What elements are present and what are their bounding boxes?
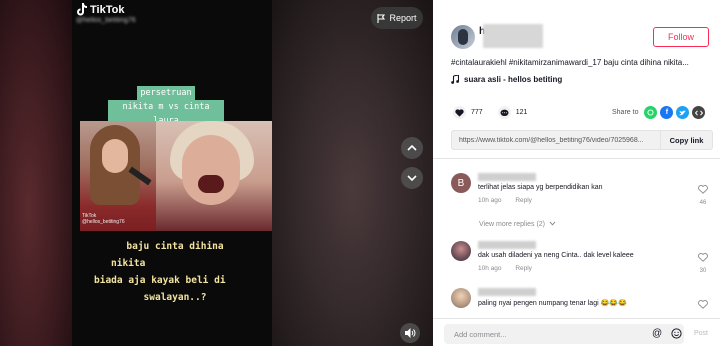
caption-bottom-line-3: biada aja kayak beli di bbox=[94, 275, 226, 286]
details-panel: h Follow #cintalaurakiehl #nikitamirzani… bbox=[433, 0, 720, 346]
facebook-icon[interactable]: f bbox=[660, 106, 674, 119]
whatsapp-icon[interactable] bbox=[644, 106, 658, 119]
comment-username-redaction bbox=[478, 288, 536, 296]
comment-like-count: 46 bbox=[699, 200, 707, 206]
music-link[interactable]: suara asli - hellos betiting bbox=[451, 75, 562, 84]
video-blur-background-left bbox=[0, 0, 72, 346]
comment-text: terlihat jelas siapa yg berpendidikan ka… bbox=[478, 184, 603, 191]
clip-watermark: TikTok @hellos_betiting76 bbox=[82, 213, 125, 225]
video-caption-bottom: baju cinta dihina nikita biada aja kayak… bbox=[78, 238, 272, 306]
comment-username-redaction bbox=[478, 173, 536, 181]
comment-avatar[interactable]: B bbox=[451, 173, 471, 193]
caption-bottom-line-2: nikita bbox=[111, 258, 146, 269]
previous-video-button[interactable] bbox=[401, 137, 423, 159]
post-stats: 777 121 bbox=[453, 106, 542, 119]
comment-avatar[interactable] bbox=[451, 288, 471, 308]
video-link-box: https://www.tiktok.com/@hellos_betiting7… bbox=[451, 130, 713, 150]
comments-button[interactable] bbox=[497, 106, 511, 119]
music-title: suara asli - hellos betiting bbox=[464, 75, 563, 84]
post-description[interactable]: #cintalaurakiehl #nikitamirzanimawardi_1… bbox=[451, 58, 713, 67]
like-button[interactable] bbox=[453, 106, 466, 119]
report-button[interactable]: Report bbox=[371, 7, 423, 29]
comment-time: 10h ago bbox=[478, 265, 502, 272]
author-name-redaction bbox=[483, 24, 543, 48]
chevron-down-small-icon bbox=[549, 221, 556, 226]
video-watermark-handle: @hellos_betiting76 bbox=[76, 17, 136, 24]
volume-button[interactable] bbox=[400, 323, 420, 343]
copy-link-button[interactable]: Copy link bbox=[660, 131, 712, 149]
like-count: 777 bbox=[471, 109, 483, 116]
clip-right-person bbox=[156, 121, 272, 231]
twitter-icon[interactable] bbox=[676, 106, 690, 119]
music-note-icon bbox=[451, 75, 459, 84]
caption-bottom-line-4: swalayan..? bbox=[143, 292, 207, 303]
view-more-label: View more replies (2) bbox=[479, 221, 546, 228]
heart-outline-icon bbox=[698, 185, 708, 194]
video-link-text[interactable]: https://www.tiktok.com/@hellos_betiting7… bbox=[452, 137, 660, 144]
caption-top-line-1: persetruan bbox=[137, 86, 195, 100]
comment-meta: 10h ago Reply bbox=[478, 265, 532, 272]
heart-outline-icon bbox=[698, 253, 708, 262]
tiktok-logo[interactable]: TikTok bbox=[76, 3, 124, 16]
comment-like-button[interactable]: 46 bbox=[695, 181, 711, 206]
comment-placeholder: Add comment... bbox=[454, 330, 507, 339]
reply-button[interactable]: Reply bbox=[515, 197, 532, 204]
reply-button[interactable]: Reply bbox=[515, 265, 532, 272]
share-bar: Share to f bbox=[612, 106, 706, 119]
post-button[interactable]: Post bbox=[694, 330, 708, 337]
tiktok-brand-text: TikTok bbox=[90, 3, 125, 16]
comment-like-button[interactable]: 30 bbox=[695, 249, 711, 274]
comment-count: 121 bbox=[515, 109, 528, 116]
comment-like-button[interactable] bbox=[695, 296, 711, 314]
share-label: Share to bbox=[612, 109, 639, 116]
divider bbox=[433, 158, 720, 159]
follow-button[interactable]: Follow bbox=[653, 27, 709, 47]
comment-avatar[interactable] bbox=[451, 241, 471, 261]
comment-username-redaction bbox=[478, 241, 536, 249]
comment-text: paling nyai pengen numpang tenar lagi 😂😂… bbox=[478, 300, 627, 307]
emoji-icon[interactable] bbox=[671, 328, 682, 339]
caption-bottom-line-1: baju cinta dihina bbox=[126, 241, 224, 252]
tiktok-note-icon bbox=[77, 3, 87, 16]
chevron-up-icon bbox=[407, 145, 417, 151]
clip-left-person: TikTok @hellos_betiting76 bbox=[80, 121, 156, 231]
volume-icon bbox=[404, 328, 415, 338]
author-avatar[interactable] bbox=[451, 25, 475, 49]
mention-icon[interactable]: @ bbox=[652, 328, 662, 339]
heart-outline-icon bbox=[698, 300, 708, 309]
video-player[interactable]: TikTok @hellos_betiting76 Report persetr… bbox=[0, 0, 433, 346]
chevron-down-icon bbox=[407, 175, 417, 181]
embed-icon[interactable] bbox=[692, 106, 706, 119]
comment-meta: 10h ago Reply bbox=[478, 197, 532, 204]
page: TikTok @hellos_betiting76 Report persetr… bbox=[0, 0, 720, 346]
comment-input[interactable]: Add comment... @ bbox=[444, 324, 684, 344]
comment-time: 10h ago bbox=[478, 197, 502, 204]
heart-icon bbox=[455, 108, 464, 117]
comment-text: dak usah diladeni ya neng Cinta.. dak le… bbox=[478, 252, 634, 259]
comment-bar: Add comment... @ Post bbox=[433, 318, 720, 346]
next-video-button[interactable] bbox=[401, 167, 423, 189]
report-label: Report bbox=[389, 13, 417, 23]
view-more-replies-button[interactable]: View more replies (2) bbox=[479, 221, 556, 228]
comment-bubble-icon bbox=[500, 109, 509, 116]
flag-icon bbox=[377, 13, 386, 23]
video-clip-image: TikTok @hellos_betiting76 bbox=[80, 121, 272, 231]
comment-like-count: 30 bbox=[699, 268, 707, 274]
